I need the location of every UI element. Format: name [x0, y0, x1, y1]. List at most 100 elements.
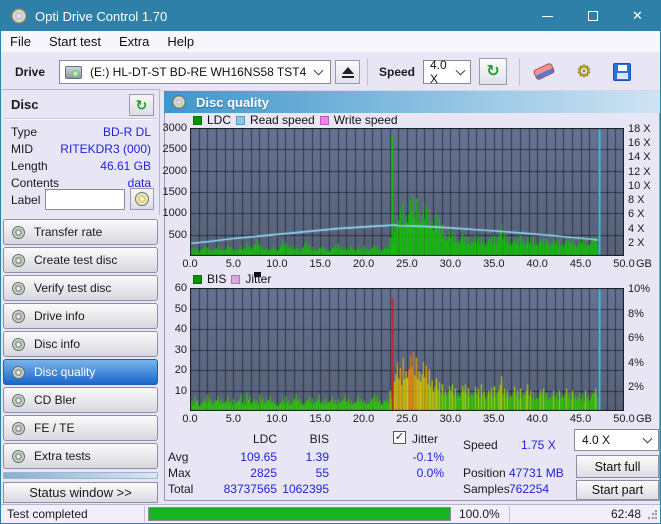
menu-help[interactable]: Help — [158, 31, 203, 53]
total-row-label: Total — [168, 482, 194, 496]
cd-icon — [12, 309, 25, 323]
disc-label-input[interactable] — [45, 189, 125, 210]
total-bis-value: 1062395 — [282, 482, 329, 496]
y-axis-right-label: 8% — [628, 307, 644, 320]
speed-info-label: Speed — [463, 438, 498, 452]
y-axis-left-label: 60 — [174, 282, 187, 294]
menu-start-test[interactable]: Start test — [40, 31, 110, 53]
chevron-down-icon — [313, 65, 324, 75]
minimize-button[interactable] — [525, 1, 570, 31]
x-axis-label: 15.0 — [309, 258, 331, 270]
sidebar-item-fe-te[interactable]: FE / TE — [3, 415, 158, 441]
max-jitter-value: 0.0% — [416, 466, 444, 480]
start-full-button[interactable]: Start full — [576, 455, 659, 478]
start-part-button[interactable]: Start part — [576, 480, 659, 500]
disc-contents-label: Contents — [11, 176, 60, 190]
sidebar-item-transfer-rate[interactable]: Transfer rate — [3, 219, 158, 245]
legend-label: Read speed — [250, 113, 315, 127]
y-axis-left-label: 2000 — [162, 164, 187, 177]
avg-bis-value: 1.39 — [305, 450, 329, 464]
maximize-button[interactable] — [570, 1, 615, 31]
y-axis-left-label: 1500 — [162, 186, 187, 198]
start-part-label: Start part — [591, 483, 644, 497]
sidebar-item-create-test-disc[interactable]: Create test disc — [3, 247, 158, 273]
x-axis-label: 35.0 — [483, 413, 505, 425]
refresh-drives-button[interactable]: ↻ — [479, 58, 507, 85]
maximize-icon — [587, 11, 598, 21]
x-axis-label: 0.0 — [182, 258, 198, 270]
statusbar-separator — [144, 506, 145, 522]
sidebar-item-label: Transfer rate — [34, 225, 103, 239]
resize-grip[interactable] — [647, 510, 657, 520]
max-row-label: Max — [168, 466, 191, 480]
legend-label: BIS — [207, 272, 227, 286]
drive-select-value: (E:) HL-DT-ST BD-RE WH16NS58 TST4 — [90, 65, 307, 79]
status-window-button[interactable]: Status window >> — [3, 482, 158, 503]
sidebar-item-extra-tests[interactable]: Extra tests — [3, 443, 158, 469]
max-bis-value: 55 — [315, 466, 329, 480]
x-axis-label: 40.0 — [526, 258, 548, 270]
position-info-label: Position — [463, 466, 506, 480]
position-info-value: 47731 MB — [509, 466, 564, 480]
disc-mid-label: MID — [11, 142, 33, 156]
x-axis-label: 40.0 — [526, 413, 548, 425]
eraser-icon — [532, 62, 556, 81]
x-axis-label: 30.0 — [439, 258, 462, 270]
refresh-disc-button[interactable]: ↻ — [129, 94, 154, 116]
sidebar-item-label: Disc info — [34, 337, 81, 351]
ldc-column-header: LDC — [252, 432, 277, 446]
status-text: Test completed — [7, 507, 88, 521]
drive-label: Drive — [15, 65, 46, 79]
cd-icon — [12, 449, 25, 463]
drive-select[interactable]: (E:) HL-DT-ST BD-RE WH16NS58 TST4 — [59, 60, 331, 84]
eject-button[interactable] — [335, 60, 360, 84]
y-axis-left-label: 10 — [174, 384, 187, 397]
window-title: Opti Drive Control 1.70 — [35, 8, 168, 24]
legend-swatch — [193, 115, 202, 125]
settings-button[interactable]: ⚙ — [569, 58, 599, 85]
refresh-icon: ↻ — [486, 62, 500, 80]
test-speed-select[interactable]: 4.0 X — [574, 429, 659, 451]
y-axis-right-label: 18 X — [628, 123, 651, 135]
samples-info-value: 762254 — [509, 482, 550, 496]
chart-legend: BIS Jitter — [193, 272, 271, 286]
erase-disc-button[interactable] — [529, 58, 559, 85]
sidebar-item-label: Create test disc — [34, 253, 118, 267]
y-axis-right-label: 6 X — [628, 208, 645, 221]
sidebar-item-label: Drive info — [34, 309, 85, 323]
x-axis-label: 15.0 — [309, 413, 331, 425]
sidebar-item-disc-quality[interactable]: Disc quality — [3, 359, 158, 385]
x-axis-label: 5.0 — [225, 258, 242, 270]
minimize-icon — [542, 15, 553, 17]
save-button[interactable] — [607, 58, 637, 85]
disc-type-label: Type — [11, 125, 38, 139]
x-axis-label: 30.0 — [439, 413, 462, 425]
jitter-checkbox[interactable]: ✓ — [393, 431, 406, 444]
avg-jitter-value: -0.1% — [412, 450, 444, 464]
speed-select-value: 4.0 X — [430, 58, 447, 86]
menu-extra[interactable]: Extra — [110, 31, 158, 53]
sidebar-item-drive-info[interactable]: Drive info — [3, 303, 158, 329]
sidebar-item-label: FE / TE — [34, 421, 75, 435]
bis-column-header: BIS — [309, 432, 329, 446]
sidebar-item-disc-info[interactable]: Disc info — [3, 331, 158, 357]
sidebar-item-cd-bler[interactable]: CD Bler — [3, 387, 158, 413]
menu-file[interactable]: File — [1, 31, 40, 53]
y-axis-right-label: 6% — [628, 332, 644, 345]
speed-label: Speed — [379, 65, 416, 79]
cd-icon — [12, 225, 25, 239]
sidebar-item-verify-test-disc[interactable]: Verify test disc — [3, 275, 158, 301]
y-axis-right-label: 16 X — [628, 137, 651, 150]
x-axis-label: 20.0 — [352, 413, 375, 425]
x-axis-unit-label: GB — [636, 258, 652, 270]
close-button[interactable]: ✕ — [615, 1, 660, 31]
y-axis-left-label: 1000 — [162, 207, 187, 220]
x-axis-label: 10.0 — [266, 413, 288, 425]
sidebar-item-label: Disc quality — [34, 365, 96, 379]
disc-type-value: BD-R DL — [102, 125, 151, 139]
toolbar-separator — [519, 58, 520, 86]
sidebar-item-label: CD Bler — [34, 393, 77, 407]
speed-select[interactable]: 4.0 X — [423, 58, 471, 86]
y-axis-right-label: 4 X — [628, 222, 645, 235]
chart-legend: LDC Read speed Write speed — [193, 113, 398, 127]
